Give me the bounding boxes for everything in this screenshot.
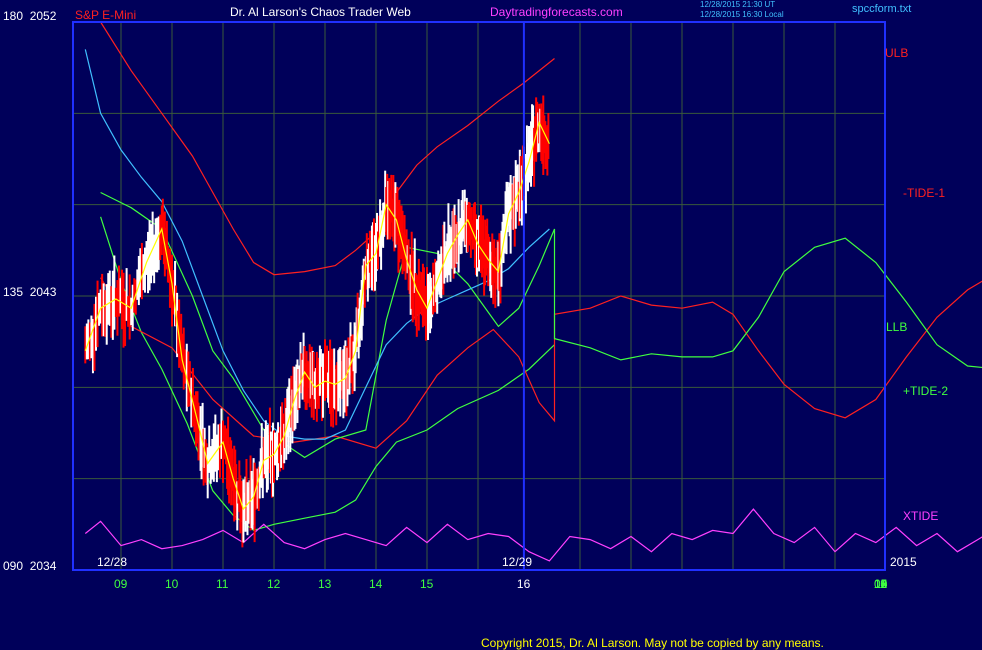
chart-canvas xyxy=(72,21,982,571)
x-tick-label: 10 xyxy=(165,577,179,591)
series-layer xyxy=(84,21,982,562)
series-tide-1 xyxy=(100,277,982,449)
legend-llb: LLB xyxy=(886,320,908,334)
day-label-1: 12/28 xyxy=(97,555,128,569)
legend-xtide: XTIDE xyxy=(903,509,939,523)
legend-ulb: ULB xyxy=(885,46,909,60)
site-link[interactable]: Daytradingforecasts.com xyxy=(490,6,623,18)
x-tick-label: 16 xyxy=(874,577,888,591)
x-tick-label: 15 xyxy=(420,577,434,591)
copyright: Copyright 2015, Dr. Al Larson. May not b… xyxy=(481,636,824,650)
price-label-mid: 135 2043 xyxy=(3,285,57,299)
series-xtide xyxy=(84,508,982,562)
instrument-title: S&P E-Mini xyxy=(75,8,137,22)
timestamp-ut: 12/28/2015 21:30 UT xyxy=(700,0,776,9)
legend-tide1: -TIDE-1 xyxy=(903,186,945,200)
x-tick-label: 14 xyxy=(369,577,383,591)
x-tick-label: 16 xyxy=(516,577,531,591)
series-yellow-average xyxy=(84,120,550,511)
chart-title: Dr. Al Larson's Chaos Trader Web xyxy=(230,5,411,19)
legend-tide2: +TIDE-2 xyxy=(903,384,949,398)
price-label-top: 180 2052 xyxy=(3,9,57,23)
price-label-bottom: 090 2034 xyxy=(3,559,57,573)
x-tick-label: 13 xyxy=(318,577,332,591)
timestamp-local: 12/28/2015 16:30 Local xyxy=(700,10,784,19)
x-tick-label: 09 xyxy=(114,577,128,591)
x-tick-label: 12 xyxy=(267,577,281,591)
day-label-2: 12/29 xyxy=(502,555,533,569)
filename-label: spccform.txt xyxy=(852,3,912,15)
year-label: 2015 xyxy=(890,555,917,569)
price-bars xyxy=(84,95,550,548)
grid xyxy=(73,22,885,570)
x-tick-label: 11 xyxy=(216,577,229,591)
